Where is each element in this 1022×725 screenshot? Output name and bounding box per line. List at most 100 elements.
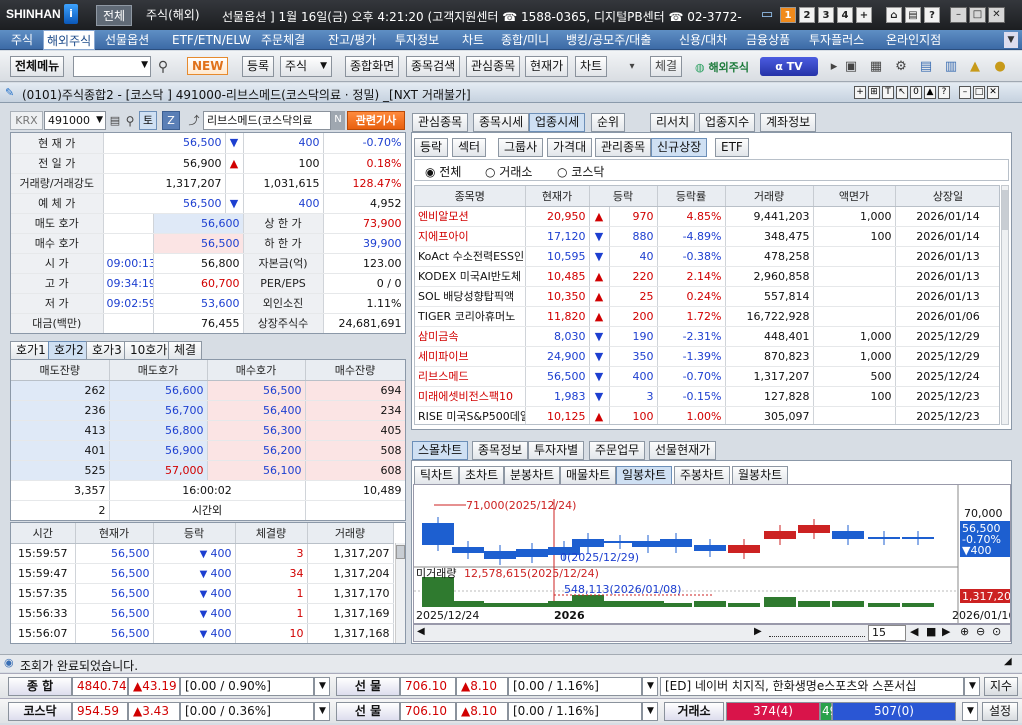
next-icon[interactable]: ▶	[942, 625, 950, 638]
list-row[interactable]: 엔비알모션 20,950 ▲ 970 4.85% 9,441,203 1,000 2026/0…	[415, 206, 999, 227]
register-button[interactable]: 등록	[242, 56, 275, 77]
info-tab[interactable]: 리서치	[650, 113, 696, 132]
search-icon[interactable]: ⚲	[155, 59, 171, 75]
chart-type-tab[interactable]: 분봉차트	[504, 466, 561, 485]
stock-name[interactable]: TIGER 코리아휴머노	[415, 306, 526, 327]
stock-name[interactable]: SOL 배당성향탑픽액	[415, 286, 526, 307]
pin-icon[interactable]: ▲	[924, 86, 936, 99]
close-icon[interactable]: ✕	[988, 7, 1005, 23]
menu-search-input[interactable]: ▼	[73, 56, 151, 77]
scroll-right-icon[interactable]: ▶	[754, 626, 762, 637]
all-menu-button[interactable]: 전체메뉴	[10, 56, 65, 77]
zoom-out-icon[interactable]: ⊖	[976, 625, 985, 638]
gear-icon[interactable]: ⚙	[893, 59, 909, 75]
zero-icon[interactable]: 0	[910, 86, 922, 99]
tab-z[interactable]: Z	[162, 111, 180, 130]
minimize-icon[interactable]: –	[959, 86, 971, 99]
ask-price[interactable]: 57,000	[109, 460, 208, 481]
overview-button[interactable]: 종합화면	[345, 56, 400, 77]
ask-qty[interactable]: 413	[11, 420, 110, 441]
stock-name[interactable]: KoAct 수소전력ESS인	[415, 246, 526, 267]
link-icon[interactable]: ⊞	[868, 86, 880, 99]
ask-qty[interactable]: 262	[11, 380, 110, 401]
screen-add-button[interactable]: +	[856, 7, 872, 23]
stock-name[interactable]: 리브스메드	[415, 366, 526, 387]
hoga-tab[interactable]: 10호가	[124, 341, 174, 360]
menu-item[interactable]: 뱅킹/공모주/대출	[563, 30, 654, 50]
ask-price[interactable]: 56,800	[109, 420, 208, 441]
bid-price[interactable]: 56,100	[207, 460, 306, 481]
menu-scroll-icon[interactable]: ▼	[1004, 32, 1018, 48]
bottom-tab[interactable]: 종목정보	[472, 441, 529, 460]
menu-item[interactable]: 금융상품	[743, 30, 793, 50]
menu-item[interactable]: ETF/ETN/ELW	[169, 30, 254, 50]
menu-item[interactable]: 신용/대차	[676, 30, 730, 50]
menu-item[interactable]: 투자정보	[392, 30, 442, 50]
resize-grip-icon[interactable]: ◢	[1004, 656, 1012, 667]
help-icon[interactable]: ?	[924, 7, 940, 23]
related-news-button[interactable]: 관련기사	[347, 111, 405, 130]
chevron-down-icon[interactable]: ▼	[314, 702, 330, 721]
list-row[interactable]: KODEX 미국AI반도체 10,485 ▲ 220 2.14% 2,960,858 202…	[415, 266, 999, 287]
export-icon[interactable]: ⤴	[186, 113, 202, 129]
hoga-tab[interactable]: 체결	[168, 341, 203, 360]
bid-price[interactable]: 56,300	[207, 420, 306, 441]
printer-icon[interactable]: ▣	[843, 59, 859, 75]
list-icon[interactable]: ▤	[107, 113, 123, 129]
menu-item[interactable]: 주문체결	[258, 30, 308, 50]
scrollbar[interactable]	[395, 543, 405, 643]
close-icon[interactable]: ✕	[987, 86, 999, 99]
hoga-tab[interactable]: 호가3	[86, 341, 128, 360]
sector-subtab[interactable]: 가격대	[547, 138, 593, 157]
list-header-cell[interactable]: 상장일	[895, 186, 999, 207]
chevron-down-icon[interactable]: ▼	[642, 677, 658, 696]
bid-price[interactable]: 56,400	[207, 400, 306, 421]
bottom-tab[interactable]: 투자자별	[528, 441, 585, 460]
alpha-tv-button[interactable]: α TV	[760, 57, 818, 76]
search-icon[interactable]: ⚲	[122, 113, 138, 129]
chart-type-tab[interactable]: 틱차트	[414, 466, 460, 485]
hoga-tab[interactable]: 호가1	[10, 341, 52, 360]
sector-subtab[interactable]: 신규상장	[651, 138, 708, 157]
radio-unchecked-icon[interactable]: ○	[557, 165, 571, 179]
bid-price[interactable]: 56,200	[207, 440, 306, 461]
stock-name[interactable]: RISE 미국S&P500데일	[415, 406, 526, 424]
lock-icon[interactable]: ▲	[967, 59, 983, 75]
bid-qty[interactable]: 405	[305, 420, 405, 441]
minimize-icon[interactable]: –	[950, 7, 967, 23]
sector-subtab[interactable]: 섹터	[452, 138, 487, 157]
bottom-tab[interactable]: 선물현재가	[649, 441, 717, 460]
bid-qty[interactable]: 508	[305, 440, 405, 461]
ask-price[interactable]: 56,600	[109, 380, 208, 401]
info-tab[interactable]: 관심종목	[412, 113, 469, 132]
radio-unchecked-icon[interactable]: ○	[485, 165, 499, 179]
chart-type-tab[interactable]: 월봉차트	[732, 466, 789, 485]
screen-3-button[interactable]: 3	[818, 7, 834, 23]
stock-name[interactable]: 미래에셋비전스팩10	[415, 386, 526, 407]
info-tab[interactable]: 순위	[591, 113, 626, 132]
stock-name[interactable]: KODEX 미국AI반도체	[415, 266, 526, 287]
daily-chart[interactable]: 71,000(2025/12/24) 0(2025/12/29) 미거래량 12,57…	[413, 484, 1011, 624]
screen-2-button[interactable]: 2	[799, 7, 815, 23]
zoom-count-input[interactable]: 15	[868, 625, 906, 641]
add-icon[interactable]: +	[854, 86, 866, 99]
menu-item[interactable]: 종합/미니	[498, 30, 552, 50]
chart-type-tab[interactable]: 초차트	[459, 466, 505, 485]
chart-type-tab[interactable]: 일봉차트	[616, 466, 673, 485]
current-price-button[interactable]: 현재가	[525, 56, 569, 77]
menu-item[interactable]: 온라인지점	[883, 30, 944, 50]
radio-2[interactable]: ○ 코스닥	[557, 163, 604, 180]
zoom-in-icon[interactable]: ⊕	[960, 625, 969, 638]
reverse-icon[interactable]: ↖	[896, 86, 908, 99]
top-tab-overseas[interactable]: 주식(해외)	[140, 5, 206, 26]
chart-type-tab[interactable]: 주봉차트	[674, 466, 731, 485]
list-row[interactable]: 지에프아이 17,120 ▼ 880 -4.89% 348,475 100 2026/01/1…	[415, 226, 999, 247]
chevron-down-icon[interactable]: ▼	[962, 702, 978, 721]
hoga-tab[interactable]: 호가2	[48, 341, 90, 360]
stock-name[interactable]: 세미파이브	[415, 346, 526, 367]
list-row[interactable]: 리브스메드 56,500 ▼ 400 -0.70% 1,317,207 500 2025/12…	[415, 366, 999, 387]
list-row[interactable]: 세미파이브 24,900 ▼ 350 -1.39% 870,823 1,000 2025/12…	[415, 346, 999, 367]
bid-qty[interactable]: 234	[305, 400, 405, 421]
radio-checked-icon[interactable]: ◉	[425, 165, 439, 179]
layout-icon[interactable]: ▤	[918, 59, 934, 75]
